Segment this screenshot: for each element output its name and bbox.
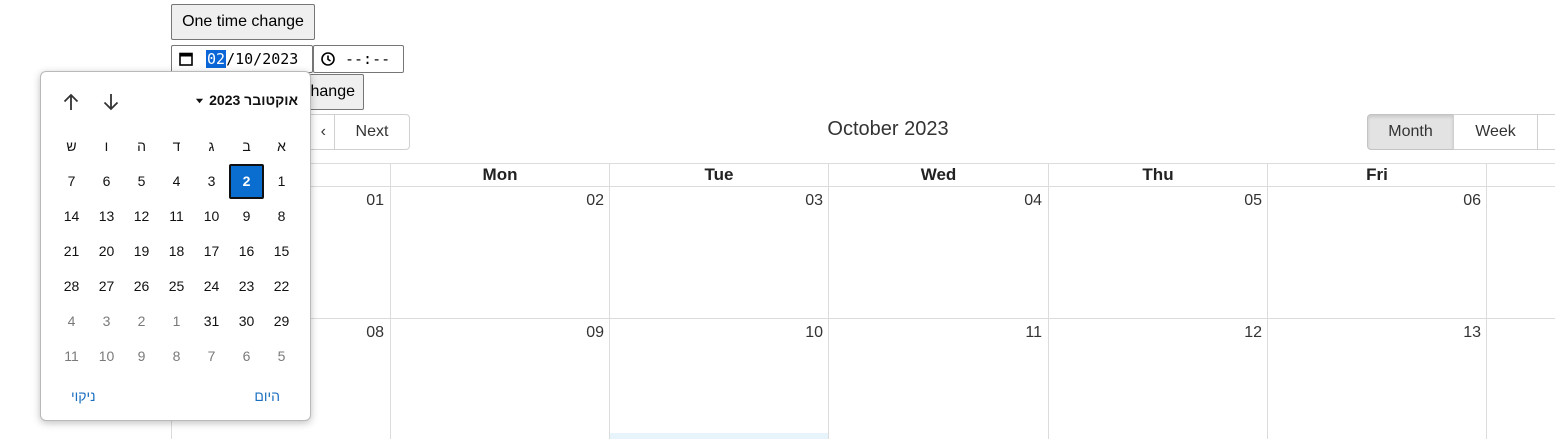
- grid-line: [1048, 163, 1049, 439]
- date-month-segment[interactable]: 10: [235, 50, 253, 68]
- arrow-up-icon[interactable]: [59, 90, 83, 114]
- selected-day-cell[interactable]: 2: [229, 164, 264, 199]
- day-cell[interactable]: 7: [194, 339, 229, 374]
- day-cell[interactable]: 8: [264, 199, 299, 234]
- day-cell[interactable]: 9: [229, 199, 264, 234]
- weekday-header: ש: [66, 138, 77, 154]
- day-cell[interactable]: 15: [264, 234, 299, 269]
- day-cell[interactable]: 1: [159, 304, 194, 339]
- day-cell[interactable]: 10: [89, 339, 124, 374]
- day-cell[interactable]: 29: [264, 304, 299, 339]
- grid-line: [609, 163, 610, 439]
- month-year-label: אוקטובר 2023: [209, 92, 298, 108]
- day-cell-number[interactable]: 11: [958, 324, 1042, 342]
- weekday-header: ג: [208, 138, 215, 154]
- weekday-header: ד: [172, 138, 181, 154]
- day-cell[interactable]: 16: [229, 234, 264, 269]
- day-cell[interactable]: 1: [264, 164, 299, 199]
- today-button[interactable]: היום: [254, 388, 280, 404]
- day-cell[interactable]: 19: [124, 234, 159, 269]
- day-cell[interactable]: 12: [124, 199, 159, 234]
- day-cell[interactable]: 31: [194, 304, 229, 339]
- day-cell-number[interactable]: 09: [520, 324, 604, 342]
- clear-button[interactable]: ניקוי: [71, 388, 96, 404]
- time-value[interactable]: --:--: [345, 50, 390, 68]
- day-cell[interactable]: 7: [54, 164, 89, 199]
- day-cell[interactable]: 23: [229, 269, 264, 304]
- day-cell[interactable]: 17: [194, 234, 229, 269]
- day-cell[interactable]: 2: [124, 304, 159, 339]
- month-year-select[interactable]: אוקטובר 2023: [195, 92, 298, 108]
- grid-line: [1486, 163, 1487, 439]
- day-cell[interactable]: 4: [54, 304, 89, 339]
- day-cell-number[interactable]: 03: [739, 192, 823, 210]
- day-header-wed: Wed: [920, 165, 957, 184]
- month-view-button[interactable]: Month: [1367, 114, 1454, 150]
- day-cell[interactable]: 10: [194, 199, 229, 234]
- day-cell[interactable]: 11: [159, 199, 194, 234]
- date-input[interactable]: 02 / 10 / 2023: [171, 45, 313, 73]
- weekday-header: א: [277, 138, 286, 154]
- date-separator: /: [226, 50, 236, 68]
- grid-line: [171, 186, 1555, 187]
- date-separator: /: [253, 50, 263, 68]
- day-header-fri: Fri: [1366, 165, 1388, 184]
- weekday-header: ב: [242, 138, 251, 154]
- day-cell[interactable]: 13: [89, 199, 124, 234]
- time-input[interactable]: --:--: [313, 45, 404, 73]
- day-cell[interactable]: 3: [194, 164, 229, 199]
- day-cell[interactable]: 28: [54, 269, 89, 304]
- day-cell[interactable]: 30: [229, 304, 264, 339]
- day-view-button[interactable]: [1537, 114, 1555, 150]
- day-cell[interactable]: 5: [264, 339, 299, 374]
- grid-line: [1267, 163, 1268, 439]
- grid-line: [171, 318, 1555, 319]
- day-cell[interactable]: 20: [89, 234, 124, 269]
- day-cell[interactable]: 25: [159, 269, 194, 304]
- one-time-change-button[interactable]: One time change: [171, 4, 315, 40]
- day-header-tue: Tue: [704, 165, 734, 184]
- grid-line: [390, 163, 391, 439]
- day-header-mon: Mon: [482, 165, 518, 184]
- calendar-icon[interactable]: [178, 51, 194, 67]
- day-header-thu: Thu: [1142, 165, 1174, 184]
- day-cell-number[interactable]: 06: [1397, 192, 1481, 210]
- day-cell[interactable]: 18: [159, 234, 194, 269]
- day-cell-number[interactable]: 10: [739, 324, 823, 342]
- day-cell-number[interactable]: 08: [300, 324, 384, 342]
- day-cell[interactable]: 3: [89, 304, 124, 339]
- triangle-down-icon: [195, 96, 204, 105]
- day-cell[interactable]: 4: [159, 164, 194, 199]
- week-view-button[interactable]: Week: [1453, 114, 1538, 150]
- day-cell-number[interactable]: 05: [1178, 192, 1262, 210]
- date-picker-popup: אוקטובר 2023 אבגדהוש 1 2 3 4 5 6 7 8 9 10 11 12 13 14…: [40, 71, 311, 421]
- day-cell-number[interactable]: 04: [958, 192, 1042, 210]
- day-cell-number[interactable]: 01: [300, 192, 384, 210]
- today-highlight: [610, 433, 828, 439]
- next-button[interactable]: Next: [334, 114, 410, 150]
- day-cell[interactable]: 26: [124, 269, 159, 304]
- day-cell[interactable]: 11: [54, 339, 89, 374]
- day-cell[interactable]: 24: [194, 269, 229, 304]
- day-cell-number[interactable]: 12: [1178, 324, 1262, 342]
- day-cell[interactable]: 8: [159, 339, 194, 374]
- day-cell[interactable]: 14: [54, 199, 89, 234]
- arrow-down-icon[interactable]: [99, 90, 123, 114]
- day-cell[interactable]: 9: [124, 339, 159, 374]
- day-cell[interactable]: 6: [89, 164, 124, 199]
- calendar-title: October 2023: [827, 118, 949, 140]
- date-year-segment[interactable]: 2023: [262, 50, 298, 68]
- date-day-segment[interactable]: 02: [206, 50, 227, 68]
- day-cell-number[interactable]: 13: [1397, 324, 1481, 342]
- grid-line: [828, 163, 829, 439]
- weekday-header: ו: [104, 138, 109, 154]
- day-cell[interactable]: 5: [124, 164, 159, 199]
- clock-icon[interactable]: [320, 51, 336, 67]
- day-cell[interactable]: 6: [229, 339, 264, 374]
- day-cell-number[interactable]: 02: [520, 192, 604, 210]
- day-cell[interactable]: 21: [54, 234, 89, 269]
- day-cell[interactable]: 27: [89, 269, 124, 304]
- day-cell[interactable]: 22: [264, 269, 299, 304]
- weekday-header: ה: [137, 138, 146, 154]
